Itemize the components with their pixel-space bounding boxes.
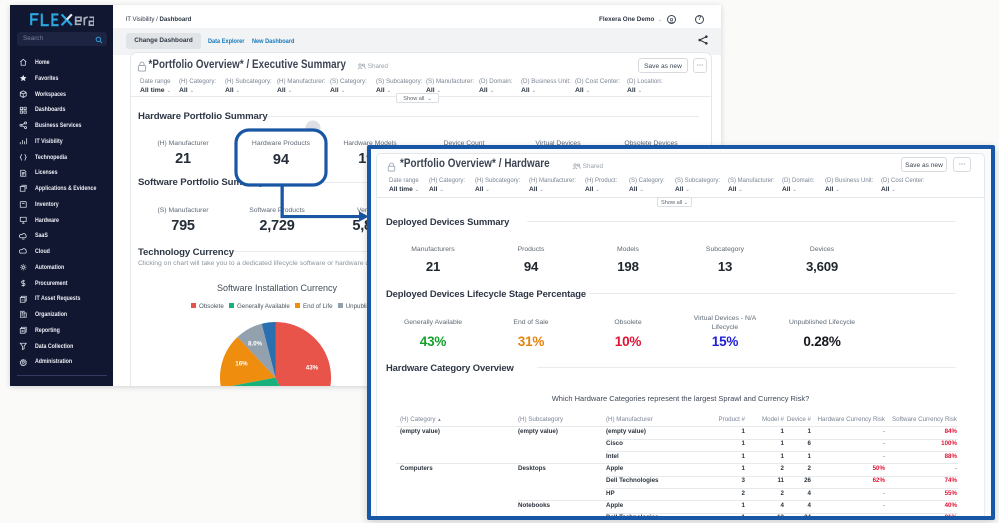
svg-text:16%: 16% xyxy=(235,361,248,368)
svg-text:8.0%: 8.0% xyxy=(248,341,263,348)
svg-text:43%: 43% xyxy=(306,365,319,372)
